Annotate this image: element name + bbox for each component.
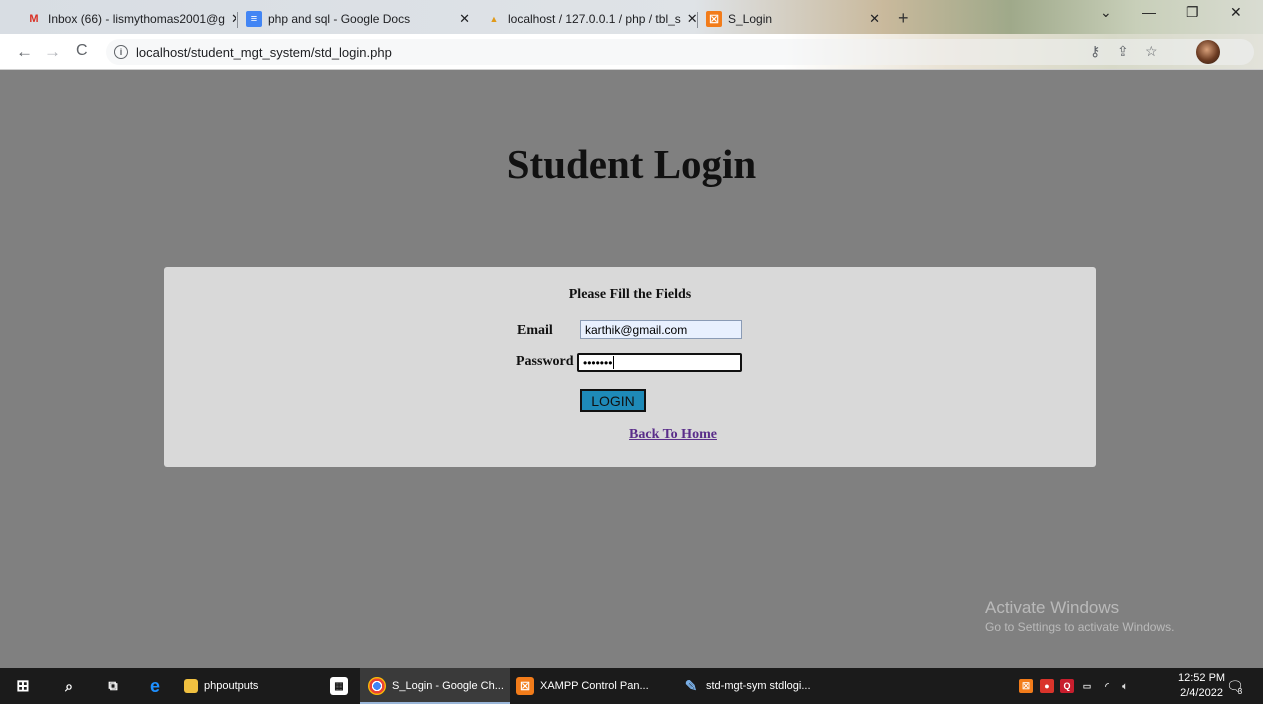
close-tab-icon[interactable]: ✕ bbox=[863, 11, 880, 27]
system-clock[interactable]: 12:52 PM 2/4/2022 bbox=[1178, 671, 1225, 701]
tab-phpmyadmin[interactable]: ▲ localhost / 127.0.0.1 / php / tbl_s ✕ bbox=[478, 6, 696, 32]
tab-search-icon[interactable]: ⌄ bbox=[1100, 4, 1112, 21]
new-tab-button[interactable]: + bbox=[898, 8, 909, 29]
taskbar-app-phpoutputs[interactable]: phpoutputs bbox=[184, 668, 258, 704]
close-window-icon[interactable]: ✕ bbox=[1230, 4, 1242, 21]
windows-taskbar: ⊞ ⌕ ⧉ e phpoutputs ▦ S_Login - Google Ch… bbox=[0, 668, 1263, 704]
watermark-subtitle: Go to Settings to activate Windows. bbox=[985, 620, 1175, 634]
record-tray-icon[interactable]: ● bbox=[1040, 679, 1054, 693]
close-tab-icon[interactable]: ✕ bbox=[681, 11, 696, 27]
notification-count: 3 bbox=[1237, 686, 1243, 696]
q-tray-icon[interactable]: Q bbox=[1060, 679, 1074, 693]
clock-time: 12:52 PM bbox=[1178, 672, 1226, 684]
login-panel: Please Fill the Fields Email karthik@gma… bbox=[164, 267, 1096, 467]
store-button[interactable]: ▦ bbox=[330, 668, 354, 704]
folder-icon bbox=[184, 679, 198, 693]
page-title: Student Login bbox=[506, 141, 757, 187]
phpmyadmin-icon: ▲ bbox=[489, 14, 499, 24]
browser-toolbar: ← → C i localhost/student_mgt_system/std… bbox=[0, 34, 1263, 70]
tab-strip: M Inbox (66) - lismythomas2001@g ✕ ≡ php… bbox=[0, 0, 1263, 34]
xampp-icon: ☒ bbox=[706, 11, 722, 27]
battery-icon[interactable]: ▭ bbox=[1080, 679, 1094, 693]
windows-logo-icon: ⊞ bbox=[16, 678, 30, 695]
xampp-tray-icon[interactable]: ☒ bbox=[1019, 679, 1033, 693]
taskbar-app-chrome[interactable]: S_Login - Google Ch... bbox=[360, 668, 510, 704]
text-cursor bbox=[613, 356, 615, 369]
tab-title: S_Login bbox=[728, 12, 773, 26]
search-button[interactable]: ⌕ bbox=[60, 668, 84, 704]
notification-center-button[interactable]: 🗨︎ 3 bbox=[1226, 668, 1244, 704]
password-mask: ••••••• bbox=[583, 355, 613, 370]
forward-arrow-icon[interactable]: → bbox=[44, 42, 61, 62]
close-tab-icon[interactable]: ✕ bbox=[225, 11, 236, 27]
docs-icon: ≡ bbox=[246, 11, 262, 27]
tab-title: localhost / 127.0.0.1 / php / tbl_s bbox=[508, 12, 681, 26]
form-heading: Please Fill the Fields bbox=[568, 287, 692, 302]
restore-icon[interactable]: ❐ bbox=[1186, 4, 1199, 21]
taskbar-app-paint[interactable]: ✎ std-mgt-sym stdlogi... bbox=[682, 668, 811, 704]
tab-s-login[interactable]: ☒ S_Login ✕ bbox=[698, 6, 888, 32]
taskbar-app-xampp[interactable]: ☒ XAMPP Control Pan... bbox=[516, 668, 649, 704]
password-field[interactable]: ••••••• bbox=[577, 353, 742, 372]
site-info-icon[interactable]: i bbox=[114, 45, 128, 59]
tab-title: php and sql - Google Docs bbox=[268, 12, 411, 26]
task-view-icon: ⧉ bbox=[108, 678, 118, 693]
back-to-home-link[interactable]: Back To Home bbox=[164, 427, 1182, 443]
login-button[interactable]: LOGIN bbox=[580, 389, 646, 412]
back-arrow-icon[interactable]: ← bbox=[16, 42, 33, 62]
close-tab-icon[interactable]: ✕ bbox=[453, 11, 470, 27]
password-label: Password bbox=[516, 354, 574, 369]
watermark-title: Activate Windows bbox=[985, 598, 1120, 617]
minimize-icon[interactable]: — bbox=[1142, 4, 1156, 20]
email-label: Email bbox=[517, 323, 553, 338]
edge-icon: e bbox=[149, 675, 160, 696]
url-text: localhost/student_mgt_system/std_login.p… bbox=[136, 44, 392, 60]
email-field[interactable]: karthik@gmail.com bbox=[580, 320, 742, 339]
clock-date: 2/4/2022 bbox=[1180, 687, 1223, 699]
gmail-icon: M bbox=[29, 13, 39, 25]
chrome-icon bbox=[368, 677, 386, 695]
taskbar-app-label: std-mgt-sym stdlogi... bbox=[706, 680, 811, 692]
search-icon: ⌕ bbox=[65, 677, 73, 694]
task-view-button[interactable]: ⧉ bbox=[104, 668, 128, 704]
wifi-icon[interactable]: ◜ bbox=[1100, 679, 1114, 693]
share-icon[interactable]: ⇪ bbox=[1117, 43, 1129, 60]
page-body: Student Login Please Fill the Fields Ema… bbox=[0, 70, 1263, 668]
taskbar-app-label: XAMPP Control Pan... bbox=[540, 680, 649, 692]
taskbar-app-label: phpoutputs bbox=[204, 680, 259, 692]
tab-google-docs[interactable]: ≡ php and sql - Google Docs ✕ bbox=[238, 6, 478, 32]
address-bar[interactable]: i localhost/student_mgt_system/std_login… bbox=[106, 39, 1254, 65]
key-icon[interactable]: ⚷ bbox=[1090, 43, 1100, 60]
tab-title: Inbox (66) - lismythomas2001@g bbox=[48, 12, 225, 26]
activate-windows-watermark: Activate Windows Go to Settings to activ… bbox=[985, 598, 1174, 634]
tab-gmail[interactable]: M Inbox (66) - lismythomas2001@g ✕ bbox=[18, 6, 236, 32]
bookmark-star-icon[interactable]: ☆ bbox=[1145, 43, 1158, 60]
volume-icon[interactable]: 🔈︎ bbox=[1118, 679, 1132, 693]
reload-icon[interactable]: C bbox=[76, 42, 88, 60]
edge-button[interactable]: e bbox=[146, 668, 170, 704]
taskbar-app-label: S_Login - Google Ch... bbox=[392, 680, 504, 692]
xampp-icon: ☒ bbox=[516, 677, 534, 695]
paint-icon: ✎ bbox=[684, 678, 698, 695]
start-button[interactable]: ⊞ bbox=[14, 668, 38, 704]
store-icon: ▦ bbox=[330, 677, 348, 695]
profile-avatar[interactable] bbox=[1196, 40, 1220, 64]
